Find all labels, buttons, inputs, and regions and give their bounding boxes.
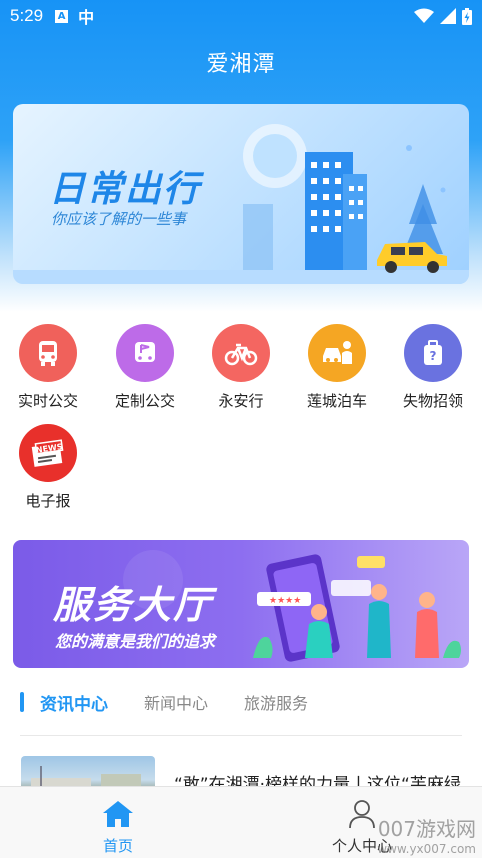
notification-app-icon: A <box>55 9 69 23</box>
notification-glyph-icon: 中 <box>78 8 95 27</box>
service-banner-subtitle: 您的满意是我们的追求 <box>55 632 216 651</box>
home-icon <box>103 801 133 827</box>
watermark-line1: 007游戏网 <box>377 817 476 841</box>
user-icon <box>349 800 375 829</box>
banner-subtitle: 你应该了解的一些事 <box>51 210 187 228</box>
service-label: 定制公交 <box>114 392 175 410</box>
tab-info-center[interactable]: 资讯中心 <box>40 690 108 715</box>
signal-icon <box>440 8 456 24</box>
nav-home[interactable]: 首页 <box>58 799 178 856</box>
service-epaper[interactable]: NEWS 电子报 <box>0 424 96 511</box>
watermark-line2: www.yx007.com <box>377 842 476 856</box>
service-label: 失物招领 <box>402 392 463 410</box>
nav-home-label: 首页 <box>102 837 133 855</box>
service-banner-title: 服务大厅 <box>53 583 214 627</box>
status-time: 5:29 <box>10 6 44 25</box>
watermark: 007游戏网 www.yx007.com <box>377 813 476 856</box>
svg-text:?: ? <box>430 349 437 363</box>
travel-banner[interactable]: 日常出行 你应该了解的一些事 <box>13 104 469 284</box>
newspaper-icon: NEWS <box>19 424 77 482</box>
custom-bus-icon <box>116 324 174 382</box>
bicycle-icon <box>212 324 270 382</box>
service-custom-bus[interactable]: 定制公交 <box>97 324 193 411</box>
tab-travel-service[interactable]: 旅游服务 <box>244 690 308 714</box>
tab-news-center[interactable]: 新闻中心 <box>144 690 208 714</box>
service-lost-found[interactable]: ? 失物招领 <box>385 324 481 411</box>
service-label: 莲城泊车 <box>306 392 367 410</box>
service-parking[interactable]: 莲城泊车 <box>289 324 385 411</box>
banner-title: 日常出行 <box>49 169 202 210</box>
svg-text:★★★★: ★★★★ <box>269 596 301 606</box>
luggage-icon: ? <box>404 324 462 382</box>
wifi-icon <box>414 8 434 23</box>
news-tabs: 资讯中心 新闻中心 旅游服务 <box>20 688 344 716</box>
parking-car-icon <box>308 324 366 382</box>
service-yonganxing[interactable]: 永安行 <box>193 324 289 411</box>
service-realtime-bus[interactable]: 实时公交 <box>0 324 96 411</box>
tabs-divider <box>20 735 462 736</box>
status-bar: 5:29 A 中 <box>0 0 482 32</box>
bus-icon <box>19 324 77 382</box>
active-tab-indicator <box>20 692 24 712</box>
app-title: 爱湘潭 <box>206 52 276 77</box>
battery-icon <box>462 7 472 25</box>
service-hall-banner[interactable]: ★★★★ 服务大厅 您的满意是我们的追求 <box>13 540 469 668</box>
service-label: 电子报 <box>25 492 71 510</box>
service-label: 实时公交 <box>17 392 78 410</box>
service-label: 永安行 <box>218 392 264 410</box>
